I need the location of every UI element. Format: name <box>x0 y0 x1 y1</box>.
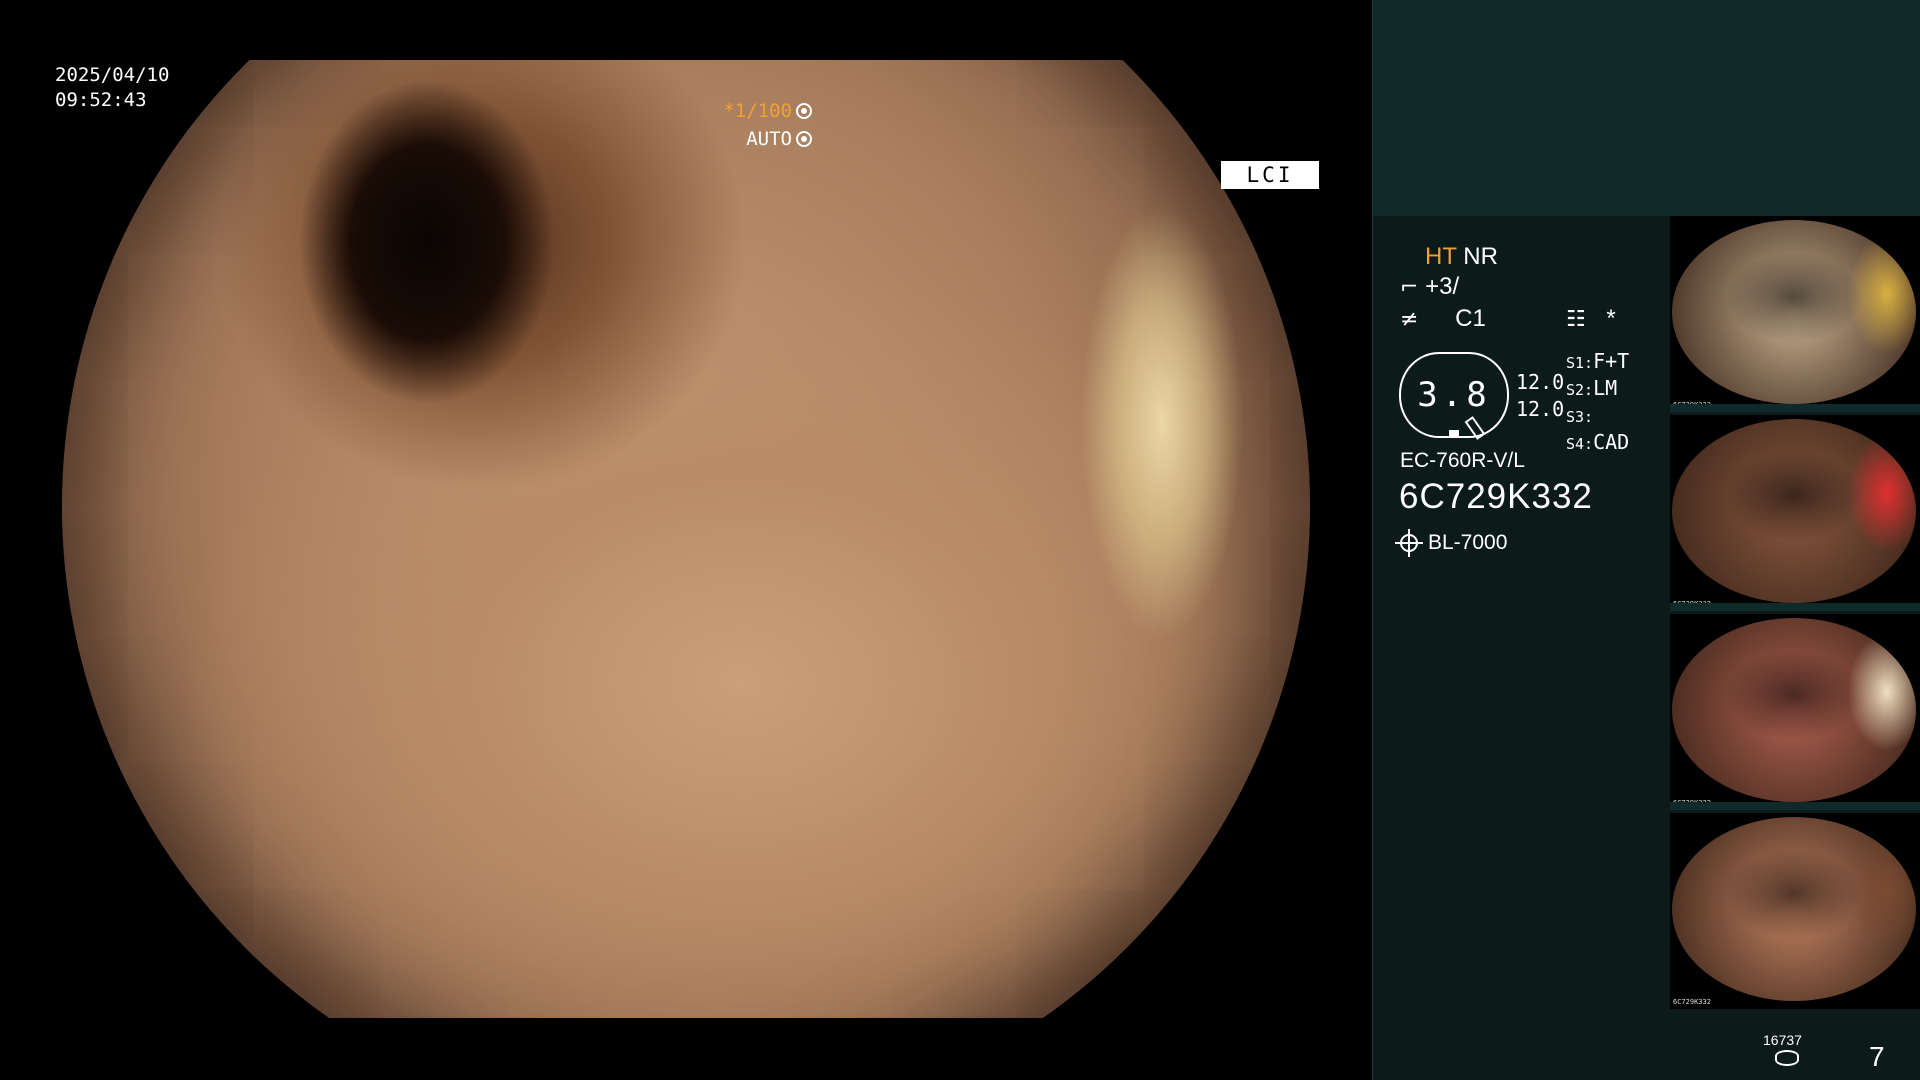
star-mark: * <box>1606 305 1616 332</box>
structure-enhance-icon: ⌐ <box>1400 275 1419 300</box>
color-mode-row: ≠ C1 <box>1400 305 1486 333</box>
thumbnail-strip <box>1670 802 1920 810</box>
capture-count: 7 <box>1869 1041 1885 1072</box>
color-mode-text: C1 <box>1455 305 1486 332</box>
storage-disk-icon <box>1775 1050 1799 1066</box>
crop-band-top <box>0 0 1372 60</box>
endoscope-view: 2025/04/10 09:52:43 *1/100 AUTO LCI <box>0 0 1372 1080</box>
thumbnail-2[interactable]: 6C729K332 <box>1670 415 1920 611</box>
setting-key: S4: <box>1566 435 1594 453</box>
gauge-marker-icon <box>1449 430 1459 437</box>
setting-row-s4: S4:CAD <box>1566 430 1629 457</box>
exposure-row: AUTO <box>723 125 812 153</box>
setting-key: S1: <box>1566 354 1594 372</box>
shutter-icon <box>796 103 812 119</box>
iris-icon <box>796 131 812 147</box>
light-source-text: BL-7000 <box>1428 531 1508 554</box>
menu-row: ☷ * <box>1566 305 1616 333</box>
thumbnail-image <box>1672 419 1916 603</box>
thumbnail-strip <box>1670 404 1920 412</box>
scope-model: EC-760R-V/L <box>1400 449 1525 472</box>
thumbnail-image <box>1672 618 1916 802</box>
ht-label: HT <box>1425 243 1457 270</box>
setting-key: S3: <box>1566 408 1594 426</box>
gauge-side-bottom: 12.0 <box>1516 397 1565 421</box>
light-source-row: BL-7000 <box>1395 529 1508 557</box>
setting-value: LM <box>1593 376 1618 400</box>
date-text: 2025/04/10 <box>55 64 170 86</box>
setting-row-s3: S3: <box>1566 403 1629 430</box>
zoom-gauge: 3.8 <box>1399 352 1509 438</box>
switch-settings: S1:F+T S2:LM S3: S4:CAD <box>1566 349 1629 457</box>
crop-band-bottom <box>0 1018 1372 1080</box>
time-text: 09:52:43 <box>55 89 147 111</box>
enhance-row: ⌐ +3/ <box>1400 273 1459 301</box>
setting-value: F+T <box>1593 349 1630 373</box>
menu-icon: ☷ <box>1566 307 1586 332</box>
thumbnail-image <box>1672 817 1916 1001</box>
thumbnail-image <box>1672 220 1916 404</box>
setting-key: S2: <box>1566 381 1594 399</box>
setting-row-s1: S1:F+T <box>1566 349 1629 376</box>
color-enhance-icon: ≠ <box>1400 307 1419 332</box>
ht-nr-row: HT NR <box>1425 243 1498 271</box>
setting-row-s2: S2:LM <box>1566 376 1629 403</box>
setting-value: CAD <box>1593 430 1630 454</box>
zoom-value: 3.8 <box>1417 375 1491 415</box>
exposure-text: AUTO <box>746 128 792 150</box>
endoscope-image <box>62 0 1310 1080</box>
shutter-text: *1/100 <box>723 100 792 122</box>
thumbnail-3[interactable]: 6C729K332 <box>1670 614 1920 810</box>
datetime-readout: 2025/04/10 09:52:43 <box>55 63 169 113</box>
image-count: 16737 <box>1763 1032 1802 1048</box>
shutter-row: *1/100 <box>723 97 812 125</box>
thumbnail-1[interactable]: 6C729K332 <box>1670 216 1920 412</box>
scope-serial: 6C729K332 <box>1399 477 1593 516</box>
gauge-side-top: 12.0 <box>1516 370 1565 394</box>
enhance-text: +3/ <box>1425 273 1460 300</box>
exposure-readout: *1/100 AUTO <box>723 97 812 153</box>
thumbnail-caption: 6C729K332 <box>1673 998 1711 1006</box>
light-source-icon <box>1395 529 1423 557</box>
thumbnail-4[interactable]: 6C729K332 <box>1670 813 1920 1009</box>
panel-header-area <box>1373 0 1920 216</box>
imaging-mode-badge: LCI <box>1221 161 1319 189</box>
thumbnail-strip <box>1670 603 1920 611</box>
capture-thumbnails: 6C729K332 6C729K332 6C729K332 6C729K332 <box>1670 216 1920 1012</box>
nr-label: NR <box>1463 243 1498 270</box>
